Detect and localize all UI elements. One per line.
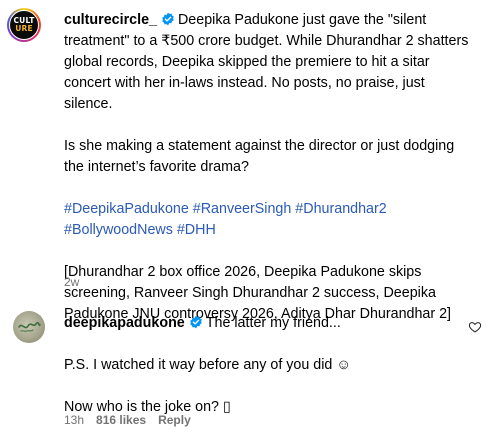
verified-badge-icon [162, 12, 174, 26]
reply-button[interactable]: Reply [158, 413, 191, 427]
reply-meta: 13h 816 likes Reply [64, 413, 203, 427]
post-time[interactable]: 2w [64, 275, 79, 289]
avatar-logo-line2: URE [15, 24, 33, 33]
reply-text: P.S. I watched it way before any of you … [64, 357, 351, 415]
avatar-signature-icon [18, 321, 41, 332]
avatar-logo: CULT URE [9, 10, 39, 40]
reply-text-line1: The latter my friend... [205, 315, 341, 331]
post-text: treatment" to a ₹500 crore budget. While… [64, 33, 469, 175]
reply-likes[interactable]: 816 likes [96, 413, 146, 427]
reply-body: deepikapadukone The latter my friend... P… [64, 313, 454, 418]
reply-username[interactable]: deepikapadukone [64, 315, 185, 331]
post-hashtags[interactable]: #DeepikaPadukone #RanveerSingh #Dhurandh… [64, 201, 387, 238]
verified-badge-icon [189, 315, 202, 329]
reply-time[interactable]: 13h [64, 413, 84, 427]
post-meta: 2w [64, 275, 91, 289]
post-comment-body: culturecircle_ Deepika Padukone just gave… [64, 10, 474, 325]
culturecircle-avatar[interactable]: CULT URE [7, 8, 41, 42]
deepikapadukone-avatar[interactable] [13, 311, 45, 343]
heart-icon[interactable] [468, 320, 482, 334]
post-username[interactable]: culturecircle_ [64, 12, 157, 28]
post-text-line1: Deepika Padukone just gave the "silent [177, 12, 427, 28]
